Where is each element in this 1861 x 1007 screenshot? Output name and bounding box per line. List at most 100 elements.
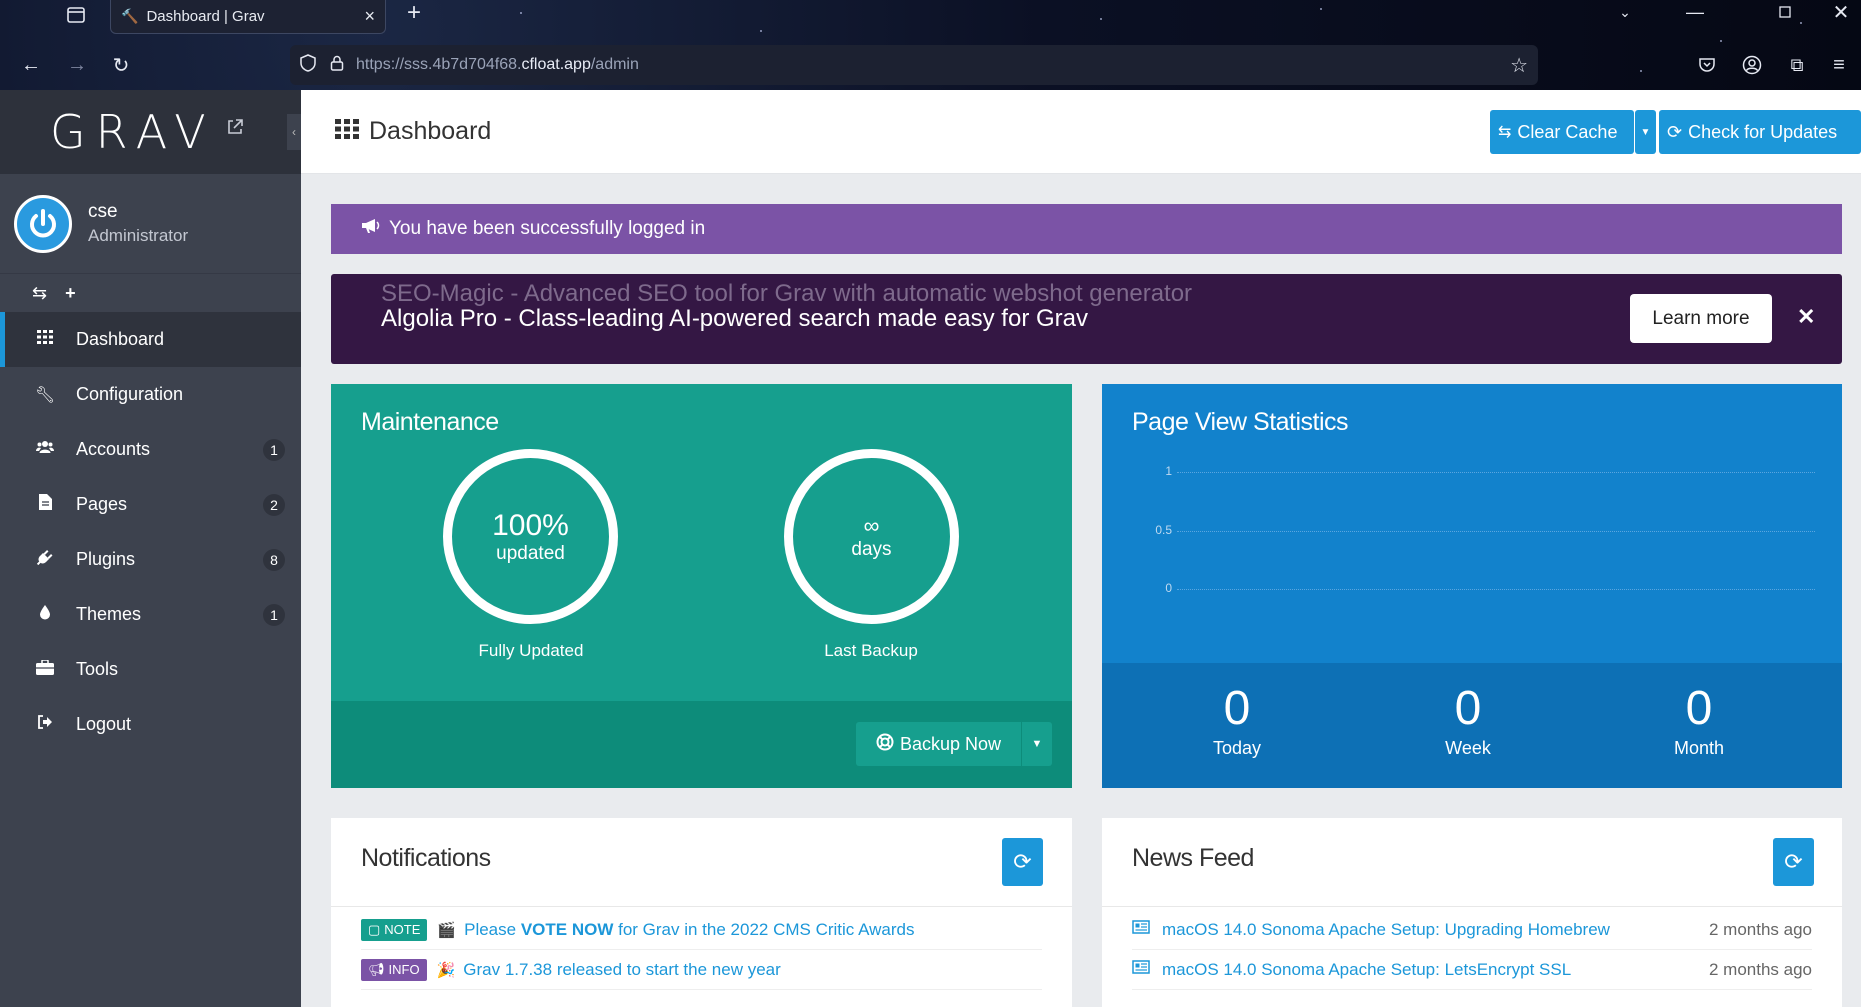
sticky-note-icon: ▢ — [368, 921, 381, 937]
learn-more-button[interactable]: Learn more — [1630, 294, 1772, 343]
news-feed-title: News Feed — [1132, 844, 1254, 872]
sidebar-item-label: Configuration — [76, 384, 184, 404]
clear-cache-button[interactable]: ⇆ Clear Cache — [1490, 110, 1634, 154]
url-bar[interactable]: https://sss.4b7d704f68.cfloat.app/admin … — [290, 45, 1538, 85]
sidebar-item-dashboard[interactable]: Dashboard — [0, 312, 301, 367]
account-icon[interactable] — [1739, 52, 1765, 78]
avatar[interactable] — [14, 194, 72, 253]
check-updates-button[interactable]: ⟳ Check for Updates — [1659, 110, 1861, 154]
users-icon — [34, 440, 56, 459]
minimize-icon[interactable]: — — [1680, 0, 1710, 24]
news-link[interactable]: macOS 14.0 Sonoma Apache Setup: LetsEncr… — [1162, 960, 1571, 980]
maximize-icon[interactable] — [1770, 0, 1800, 24]
notifications-panel: Notifications ⟳ ▢ NOTE 🎬 Please VOTE NOW… — [331, 818, 1072, 1007]
notifications-refresh-button[interactable]: ⟳ — [1002, 838, 1043, 886]
notification-link[interactable]: Grav 1.7.38 released to start the new ye… — [463, 960, 781, 980]
menu-icon[interactable]: ≡ — [1826, 52, 1852, 78]
close-icon[interactable]: ✕ — [1797, 304, 1815, 330]
tint-icon — [34, 604, 56, 625]
sidebar-item-plugins[interactable]: Plugins 8 — [0, 532, 301, 587]
forward-icon[interactable]: → — [64, 52, 90, 78]
sidebar-item-tools[interactable]: Tools — [0, 642, 301, 697]
alert-text: You have been successfully logged in — [389, 218, 706, 239]
backup-now-label: Backup Now — [899, 733, 1002, 754]
link-text-post: for Grav in the 2022 CMS Critic Awards — [613, 919, 915, 939]
tracking-shield-icon[interactable] — [300, 53, 316, 77]
stat-month: 0 Month — [1599, 684, 1799, 759]
info-tag-label: INFO — [388, 962, 420, 977]
promo-banner: SEO-Magic - Advanced SEO tool for Grav w… — [331, 274, 1842, 364]
power-icon — [30, 208, 56, 237]
updated-percent: 100% — [492, 508, 569, 542]
grid-line-1 — [1177, 472, 1815, 473]
updates-status-ring: 100% updated — [443, 449, 618, 624]
sidebar-item-pages[interactable]: Pages 2 — [0, 477, 301, 532]
grid-line-0 — [1177, 589, 1815, 590]
new-tab-icon[interactable]: + — [400, 0, 428, 26]
pocket-icon[interactable] — [1694, 52, 1720, 78]
party-popper-icon: 🎉 — [436, 961, 456, 979]
sidebar-item-configuration[interactable]: 🔧︎ Configuration — [0, 367, 301, 422]
sidebar-item-accounts[interactable]: Accounts 1 — [0, 422, 301, 477]
retweet-icon: ⇆ — [1498, 124, 1512, 141]
note-tag-label: NOTE — [384, 922, 421, 937]
wrench-icon: 🔧︎ — [34, 386, 56, 404]
refresh-icon: ⟳ — [1667, 121, 1683, 142]
user-box[interactable]: cse Administrator — [0, 174, 301, 274]
add-icon[interactable]: + — [65, 283, 76, 304]
url-text[interactable]: https://sss.4b7d704f68.cfloat.app/admin — [356, 56, 639, 74]
promo-current-text[interactable]: Algolia Pro - Class-leading AI-powered s… — [381, 305, 1088, 333]
updated-unit: updated — [496, 542, 565, 564]
sidebar-item-label: Plugins — [76, 549, 136, 569]
sidebar-item-label: Tools — [76, 659, 119, 679]
news-link[interactable]: macOS 14.0 Sonoma Apache Setup: Upgradin… — [1162, 920, 1610, 940]
bookmark-star-icon[interactable]: ☆ — [1510, 53, 1528, 78]
external-link-icon[interactable] — [226, 118, 244, 141]
note-tag: ▢ NOTE — [361, 918, 428, 941]
life-ring-icon — [876, 733, 894, 756]
divider — [331, 906, 1072, 907]
backup-status-ring: ∞ days — [784, 449, 959, 624]
backup-dropdown-button[interactable]: ▼ — [1022, 722, 1052, 766]
window-close-icon[interactable]: ✕ — [1826, 0, 1856, 24]
tab-overview-icon[interactable] — [62, 2, 90, 28]
plug-icon — [34, 549, 56, 570]
tab-close-icon[interactable]: × — [364, 6, 375, 27]
stat-today-label: Today — [1212, 738, 1262, 758]
link-text-pre: Please — [464, 919, 521, 939]
back-icon[interactable]: ← — [18, 52, 44, 78]
y-tick-0: 0 — [1165, 581, 1172, 595]
news-date: 2 months ago — [1708, 919, 1812, 939]
clear-cache-dropdown-button[interactable]: ▼ — [1635, 110, 1656, 154]
clear-cache-label: Clear Cache — [1517, 121, 1618, 142]
sidebar-item-logout[interactable]: Logout — [0, 697, 301, 752]
news-item: macOS 14.0 Sonoma Apache Setup: Upgradin… — [1132, 910, 1812, 950]
notification-link[interactable]: Please VOTE NOW for Grav in the 2022 CMS… — [464, 920, 914, 940]
bullhorn-icon — [361, 218, 381, 240]
sidebar-item-label: Themes — [76, 604, 142, 624]
news-feed-panel: News Feed ⟳ macOS 14.0 Sonoma Apache Set… — [1102, 818, 1842, 1007]
sidebar-item-themes[interactable]: Themes 1 — [0, 587, 301, 642]
y-tick-1: 1 — [1165, 464, 1172, 478]
grav-logo[interactable]: GRAV — [50, 105, 216, 159]
backup-now-button[interactable]: Backup Now — [856, 722, 1021, 766]
stat-week-value: 0 — [1454, 682, 1482, 735]
backup-days-unit: days — [851, 538, 892, 560]
login-success-alert: You have been successfully logged in — [331, 204, 1842, 254]
browser-tab-active[interactable]: 🔨 Dashboard | Grav × — [110, 0, 386, 34]
stat-month-label: Month — [1673, 738, 1725, 758]
promo-previous-text: SEO-Magic - Advanced SEO tool for Grav w… — [381, 280, 1193, 307]
plugins-count-badge: 8 — [263, 548, 285, 571]
file-icon — [34, 494, 56, 515]
retweet-icon[interactable]: ⇆ — [32, 283, 47, 304]
sidebar-collapse-icon[interactable]: ‹ — [287, 114, 301, 150]
news-refresh-button[interactable]: ⟳ — [1773, 838, 1814, 886]
lock-icon[interactable] — [330, 55, 344, 76]
sign-out-icon — [34, 715, 56, 734]
logo-bar: GRAV ‹ — [0, 90, 301, 174]
list-tabs-icon[interactable]: ⌄ — [1610, 0, 1640, 24]
reload-icon[interactable]: ↻ — [108, 52, 134, 78]
info-tag: 📢︎ INFO — [361, 958, 427, 981]
url-path: /admin — [590, 56, 639, 73]
extensions-icon[interactable]: ⧉ — [1784, 52, 1810, 78]
